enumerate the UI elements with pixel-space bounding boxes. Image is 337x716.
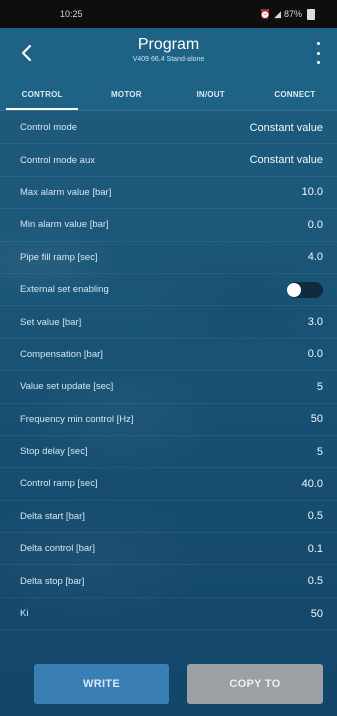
tab-in-out[interactable]: IN/OUT <box>169 80 253 110</box>
parameter-value: 10.0 <box>301 186 323 199</box>
parameter-label: External set enabling <box>20 284 109 296</box>
parameter-row-stop-delay[interactable]: Stop delay [sec] 5 <box>0 436 337 469</box>
kebab-dot-icon <box>316 61 320 64</box>
tab-bar: CONTROL MOTOR IN/OUT CONNECT <box>0 80 337 111</box>
action-buttons: WRITE COPY TO <box>0 664 337 704</box>
status-bar: 10:25 ⏰ ◢ 87% <box>0 0 337 28</box>
parameter-row-delta-control[interactable]: Delta control [bar] 0.1 <box>0 533 337 566</box>
parameter-value: 4.0 <box>307 251 323 264</box>
tab-control[interactable]: CONTROL <box>0 80 84 110</box>
write-button[interactable]: WRITE <box>34 664 169 704</box>
parameter-value: 5 <box>316 380 323 393</box>
parameter-label: Control ramp [sec] <box>20 478 98 490</box>
parameter-value: 5 <box>316 445 323 458</box>
page-title: Program <box>137 36 200 53</box>
kebab-dot-icon <box>316 42 320 45</box>
parameter-row-ki[interactable]: Ki 50 <box>0 598 337 631</box>
parameter-row-min-alarm[interactable]: Min alarm value [bar] 0.0 <box>0 209 337 242</box>
tab-connect[interactable]: CONNECT <box>253 80 337 110</box>
parameter-row-external-set-enabling: External set enabling <box>0 274 337 307</box>
parameter-row-value-set-update[interactable]: Value set update [sec] 5 <box>0 371 337 404</box>
parameter-label: Value set update [sec] <box>20 381 114 393</box>
parameter-label: Pipe fill ramp [sec] <box>20 251 98 263</box>
parameter-value: 0.0 <box>307 348 323 361</box>
parameter-label: Ki <box>20 608 29 620</box>
app-bar-titles: Program V409 66.4 Stand-alone <box>0 36 337 63</box>
app-bar: Program V409 66.4 Stand-alone <box>0 28 337 80</box>
battery-icon <box>307 8 315 20</box>
parameter-label: Compensation [bar] <box>20 348 103 360</box>
parameter-row-control-ramp[interactable]: Control ramp [sec] 40.0 <box>0 468 337 501</box>
parameter-value: 3.0 <box>307 316 323 329</box>
external-set-enabling-toggle[interactable] <box>287 281 323 298</box>
parameter-row-delta-stop[interactable]: Delta stop [bar] 0.5 <box>0 565 337 598</box>
parameter-row-frequency-min-control[interactable]: Frequency min control [Hz] 50 <box>0 404 337 436</box>
parameter-value: 50 <box>310 413 323 426</box>
parameter-value: Constant value <box>249 154 323 167</box>
tab-motor[interactable]: MOTOR <box>84 80 168 110</box>
parameter-value: 40.0 <box>301 477 323 490</box>
parameter-row-control-mode-aux[interactable]: Control mode aux Constant value <box>0 144 337 177</box>
parameter-label: Control mode aux <box>20 154 95 166</box>
parameter-row-set-value[interactable]: Set value [bar] 3.0 <box>0 306 337 339</box>
parameter-label: Control mode <box>20 122 78 134</box>
parameter-label: Set value [bar] <box>20 316 82 328</box>
parameter-row-delta-start[interactable]: Delta start [bar] 0.5 <box>0 501 337 534</box>
parameter-row-control-mode[interactable]: Control mode Constant value <box>0 112 337 145</box>
parameter-value: 50 <box>310 607 323 620</box>
parameter-value: 0.5 <box>307 510 323 523</box>
alarm-icon: ⏰ <box>259 8 272 19</box>
parameter-label: Max alarm value [bar] <box>20 186 112 198</box>
parameter-value: 0.1 <box>307 542 323 555</box>
status-indicators: ⏰ ◢ 87% <box>259 8 315 20</box>
toggle-knob <box>287 282 301 297</box>
parameter-label: Min alarm value [bar] <box>20 219 109 231</box>
parameter-row-pipe-fill-ramp[interactable]: Pipe fill ramp [sec] 4.0 <box>0 242 337 274</box>
parameter-label: Delta stop [bar] <box>20 575 85 587</box>
parameter-label: Frequency min control [Hz] <box>20 413 134 425</box>
battery-text: 87% <box>283 9 302 19</box>
parameter-value: 0.5 <box>307 575 323 588</box>
more-options-button[interactable] <box>313 42 323 64</box>
parameter-value: Constant value <box>249 121 323 134</box>
parameter-label: Stop delay [sec] <box>20 446 88 458</box>
parameter-list: Control mode Constant value Control mode… <box>0 111 337 631</box>
parameter-value: 0.0 <box>307 218 323 231</box>
kebab-dot-icon <box>316 51 320 55</box>
copy-to-button[interactable]: COPY TO <box>187 664 323 704</box>
parameter-row-max-alarm[interactable]: Max alarm value [bar] 10.0 <box>0 177 337 210</box>
page-subtitle: V409 66.4 Stand-alone <box>132 56 205 63</box>
parameter-label: Delta control [bar] <box>20 543 95 555</box>
signal-icon: ◢ <box>274 8 281 19</box>
parameter-label: Delta start [bar] <box>20 510 85 522</box>
phone-screen: 10:25 ⏰ ◢ 87% Program V409 66.4 Stand-al… <box>0 0 337 716</box>
status-time: 10:25 <box>60 9 83 19</box>
parameter-row-compensation[interactable]: Compensation [bar] 0.0 <box>0 339 337 372</box>
